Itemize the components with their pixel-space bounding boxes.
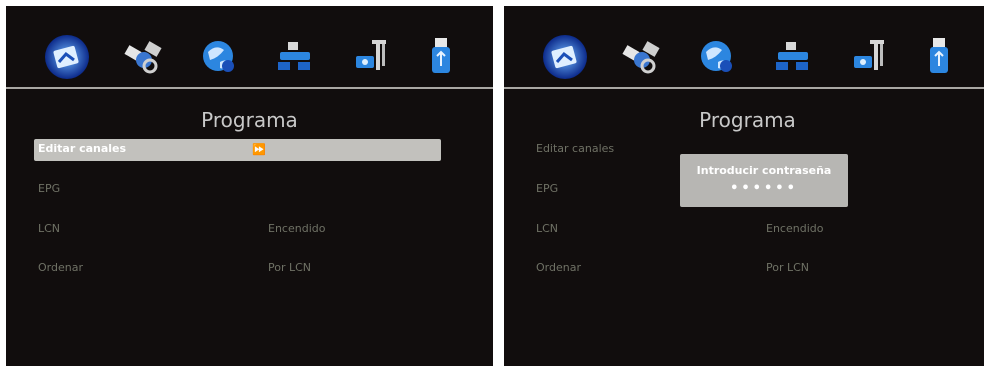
- row-value: Por LCN: [766, 261, 810, 274]
- row-label: Editar canales: [38, 142, 127, 155]
- row-value: Encendido: [766, 222, 824, 235]
- menu-row-editar-canales[interactable]: Editar canales ⏩: [34, 139, 441, 161]
- row-value: Por LCN: [268, 261, 312, 274]
- satellite-icon[interactable]: [120, 34, 166, 80]
- header-divider: [504, 87, 984, 89]
- menu-icon-bar: [542, 34, 962, 86]
- settings-tools-icon[interactable]: [846, 34, 892, 80]
- row-label: EPG: [536, 182, 559, 195]
- program-icon[interactable]: [542, 34, 588, 80]
- enter-arrow-icon: ⏩: [252, 143, 266, 156]
- tv-screen-password-prompt: Programa Editar canales EPG LCN Encendid…: [504, 6, 984, 366]
- page-title: Programa: [699, 108, 796, 132]
- row-label: LCN: [38, 222, 61, 235]
- row-label: LCN: [536, 222, 559, 235]
- row-label: Ordenar: [38, 261, 83, 274]
- password-input[interactable]: ••••••: [680, 181, 848, 196]
- menu-row-lcn[interactable]: LCN Encendido: [532, 219, 939, 241]
- globe-icon[interactable]: [694, 34, 740, 80]
- settings-tools-icon[interactable]: [348, 34, 394, 80]
- menu-row-ordenar[interactable]: Ordenar Por LCN: [532, 258, 939, 280]
- row-label: EPG: [38, 182, 61, 195]
- usb-icon[interactable]: [420, 34, 466, 80]
- password-dialog[interactable]: Introducir contraseña ••••••: [680, 154, 848, 207]
- tv-screen-programa: Programa Editar canales ⏩ EPG LCN Encend…: [6, 6, 493, 366]
- usb-icon[interactable]: [918, 34, 964, 80]
- satellite-icon[interactable]: [618, 34, 664, 80]
- globe-icon[interactable]: [196, 34, 242, 80]
- page-title: Programa: [201, 108, 298, 132]
- dialog-title: Introducir contraseña: [696, 164, 832, 177]
- row-value: Encendido: [268, 222, 326, 235]
- menu-icon-bar: [44, 34, 464, 86]
- menu-row-ordenar[interactable]: Ordenar Por LCN: [34, 258, 441, 280]
- row-label: Ordenar: [536, 261, 581, 274]
- header-divider: [6, 87, 493, 89]
- row-label: Editar canales: [536, 142, 615, 155]
- menu-row-epg[interactable]: EPG: [34, 179, 441, 201]
- menu-row-lcn[interactable]: LCN Encendido: [34, 219, 441, 241]
- network-icon[interactable]: [770, 34, 816, 80]
- program-icon[interactable]: [44, 34, 90, 80]
- network-icon[interactable]: [272, 34, 318, 80]
